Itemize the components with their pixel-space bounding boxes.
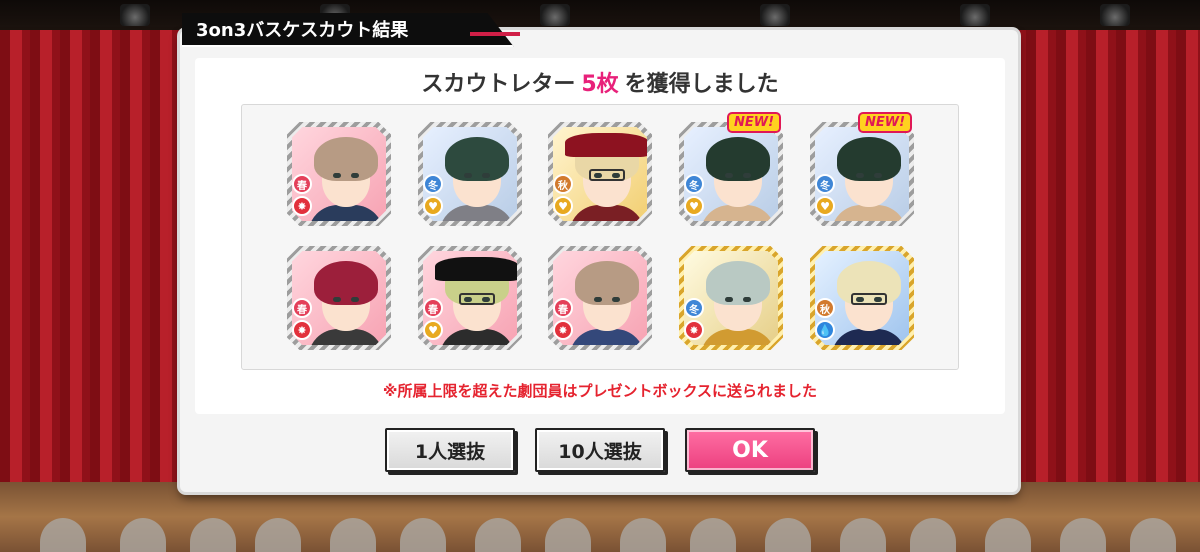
character-icon xyxy=(306,259,386,345)
spotlight-icon xyxy=(540,4,570,26)
attribute-icon: ♥ xyxy=(815,196,835,216)
attribute-icon: ♥ xyxy=(553,196,573,216)
character-icon xyxy=(829,135,909,221)
member-card[interactable]: 冬 ♥ NEW! xyxy=(679,114,783,226)
spotlight-icon xyxy=(960,4,990,26)
attribute-icon: ✸ xyxy=(292,196,312,216)
character-icon xyxy=(306,135,386,221)
member-card[interactable]: 春 ♥ xyxy=(418,246,522,350)
season-badge: 冬 xyxy=(815,174,835,194)
spotlight-icon xyxy=(120,4,150,26)
season-badge: 冬 xyxy=(684,298,704,318)
member-card[interactable]: 冬 ♥ xyxy=(418,122,522,226)
attribute-icon: ♥ xyxy=(423,320,443,340)
character-icon xyxy=(829,259,909,345)
member-card[interactable]: 春 ✸ xyxy=(287,122,391,226)
season-badge: 春 xyxy=(553,298,573,318)
member-card[interactable]: 春 ✸ xyxy=(287,246,391,350)
dialog-title: 3on3バスケスカウト結果 xyxy=(182,13,514,47)
character-icon xyxy=(698,259,778,345)
attribute-icon: 💧 xyxy=(815,320,835,340)
ok-button[interactable]: OK xyxy=(685,428,815,472)
letter-count: 5枚 xyxy=(581,72,619,97)
season-badge: 秋 xyxy=(815,298,835,318)
dialog-title-text: 3on3バスケスカウト結果 xyxy=(196,20,409,41)
character-icon xyxy=(437,135,517,221)
season-badge: 冬 xyxy=(423,174,443,194)
new-badge: NEW! xyxy=(859,114,910,131)
member-card[interactable]: 春 ✸ xyxy=(548,246,652,350)
season-badge: 春 xyxy=(292,174,312,194)
season-badge: 春 xyxy=(423,298,443,318)
season-badge: 秋 xyxy=(553,174,573,194)
character-icon xyxy=(435,257,517,345)
curtain-right xyxy=(990,30,1200,490)
character-icon xyxy=(698,135,778,221)
heading-suffix: を獲得しました xyxy=(624,72,779,97)
season-badge: 春 xyxy=(292,298,312,318)
spotlight-icon xyxy=(1100,4,1130,26)
member-card[interactable]: 冬 ♥ NEW! xyxy=(810,114,914,226)
season-badge: 冬 xyxy=(684,174,704,194)
member-card[interactable]: 冬 ✸ xyxy=(679,246,783,350)
audience-silhouettes xyxy=(0,516,1200,552)
character-icon xyxy=(565,133,647,221)
result-heading: スカウトレター 5枚 を獲得しました xyxy=(195,66,1005,98)
member-card[interactable]: 秋 ♥ xyxy=(548,122,652,226)
attribute-icon: ♥ xyxy=(684,196,704,216)
spotlight-icon xyxy=(760,4,790,26)
heading-prefix: スカウトレター xyxy=(421,72,576,97)
attribute-icon: ✸ xyxy=(292,320,312,340)
attribute-icon: ✸ xyxy=(684,320,704,340)
overflow-notice: ※所属上限を超えた劇団員はプレゼントボックスに送られました xyxy=(382,382,818,400)
member-card[interactable]: 秋 💧 xyxy=(810,246,914,350)
title-accent-bar xyxy=(470,32,520,36)
curtain-left xyxy=(0,30,210,490)
new-badge: NEW! xyxy=(728,114,779,131)
character-icon xyxy=(567,259,647,345)
attribute-icon: ♥ xyxy=(423,196,443,216)
scout-1-button[interactable]: 1人選抜 xyxy=(385,428,515,472)
attribute-icon: ✸ xyxy=(553,320,573,340)
scout-10-button[interactable]: 10人選抜 xyxy=(535,428,665,472)
